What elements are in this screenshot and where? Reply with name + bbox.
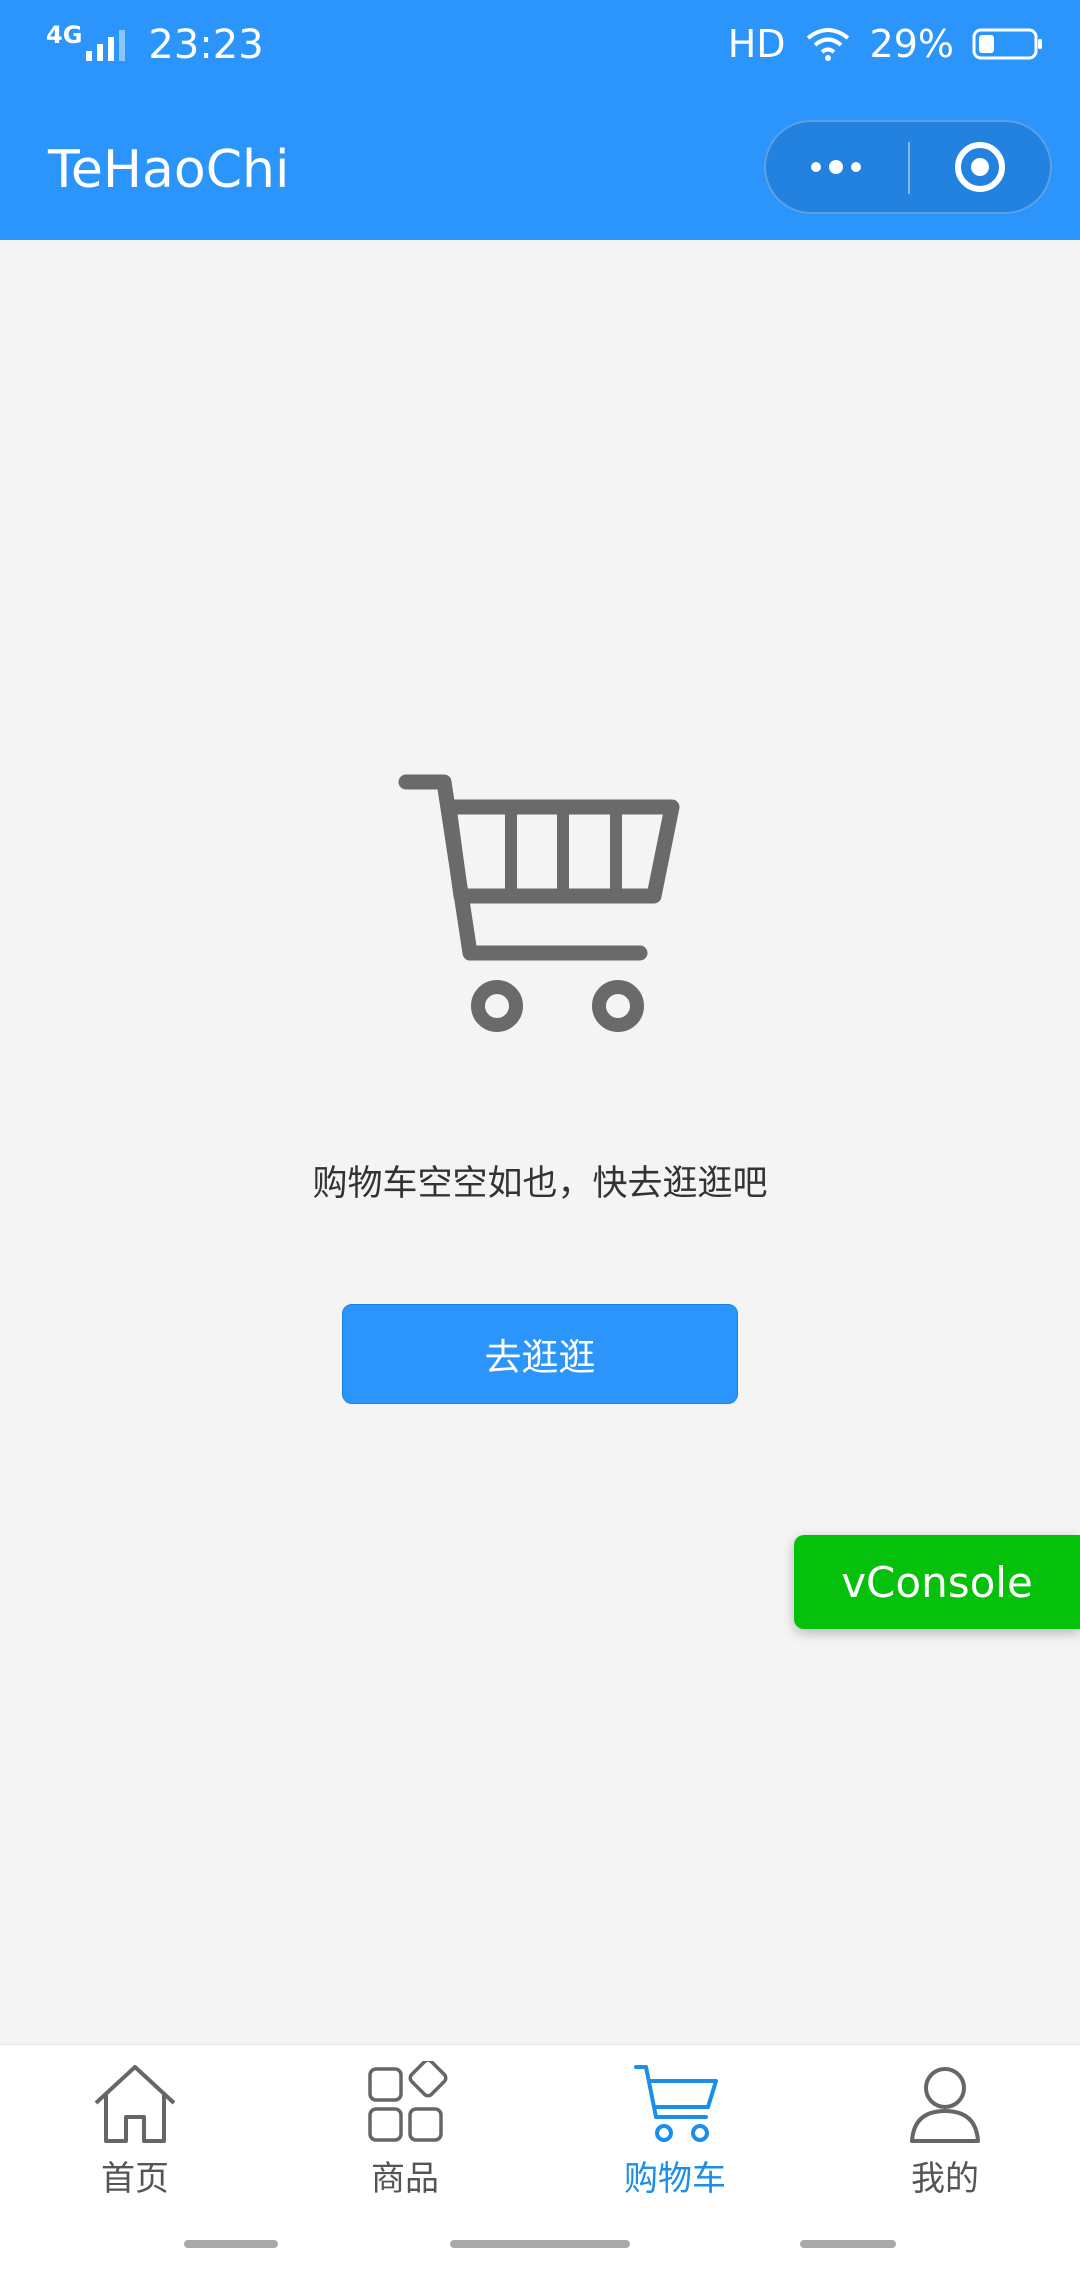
menu-capsule xyxy=(764,120,1052,214)
status-right: HD 29% xyxy=(710,22,1044,66)
clock: 23:23 xyxy=(148,22,264,68)
header: 4G 23:23 HD 29% TeHaoChi xyxy=(0,0,1080,240)
battery-icon xyxy=(972,28,1042,60)
tab-cart-label: 购物车 xyxy=(624,2159,726,2199)
battery-percent: 29% xyxy=(869,22,954,66)
gesture-indicator-left xyxy=(184,2240,278,2248)
wifi-icon xyxy=(806,28,849,61)
grid-icon xyxy=(368,2061,448,2142)
empty-cart-message: 购物车空空如也，快去逛逛吧 xyxy=(312,1164,768,1204)
status-bar: 4G 23:23 HD 29% xyxy=(0,0,1080,100)
tab-cart[interactable]: 购物车 xyxy=(540,2061,810,2241)
target-icon xyxy=(955,142,1005,192)
go-shopping-button[interactable]: 去逛逛 xyxy=(342,1304,738,1404)
home-icon xyxy=(94,2065,176,2143)
more-button[interactable] xyxy=(766,122,906,212)
navigation-bar: TeHaoChi xyxy=(0,110,1080,230)
tab-me-label: 我的 xyxy=(911,2159,979,2199)
more-dots-icon xyxy=(811,160,861,174)
status-left: 4G 23:23 xyxy=(46,21,264,68)
vconsole-button[interactable]: vConsole xyxy=(794,1535,1080,1629)
tab-products[interactable]: 商品 xyxy=(270,2061,540,2241)
gesture-indicator-right xyxy=(800,2240,896,2248)
signal-icon xyxy=(86,30,126,61)
hd-indicator: HD xyxy=(727,22,786,66)
person-icon xyxy=(910,2067,980,2143)
tab-me[interactable]: 我的 xyxy=(810,2061,1080,2241)
gesture-indicator-center xyxy=(450,2240,630,2248)
shopping-cart-icon xyxy=(398,774,680,1032)
network-type: 4G xyxy=(46,21,83,49)
tab-home[interactable]: 首页 xyxy=(0,2061,270,2241)
tab-products-label: 商品 xyxy=(371,2159,439,2199)
tab-home-label: 首页 xyxy=(101,2159,169,2199)
page-title: TeHaoChi xyxy=(48,140,290,200)
close-miniprogram-button[interactable] xyxy=(910,122,1050,212)
cart-icon xyxy=(634,2065,718,2142)
